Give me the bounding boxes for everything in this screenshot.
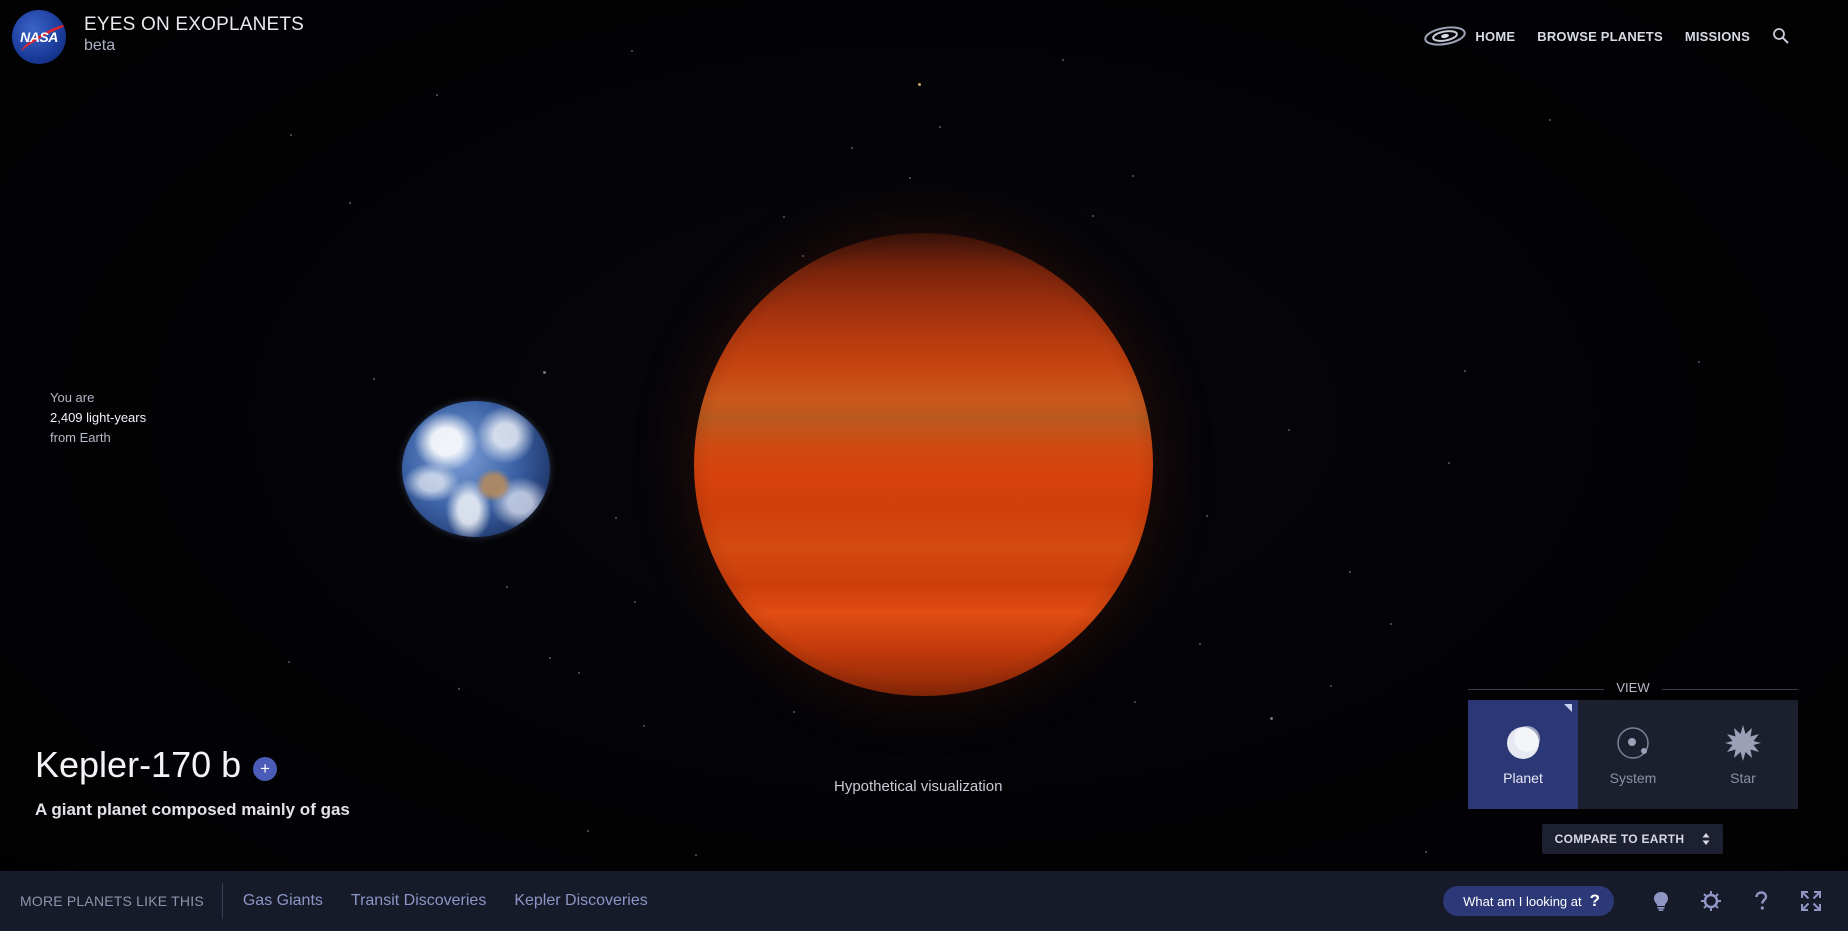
app-subtitle: beta — [84, 37, 116, 54]
compare-to-earth-dropdown[interactable]: COMPARE TO EARTH — [1542, 824, 1723, 854]
distance-prefix: You are — [50, 390, 95, 405]
view-star-label: Star — [1730, 769, 1756, 786]
updown-chevron-icon — [1702, 833, 1710, 845]
view-planet-button[interactable]: Planet — [1468, 700, 1578, 809]
planet-icon — [1507, 725, 1540, 759]
visualization-note: Hypothetical visualization — [834, 778, 1003, 795]
help-icon[interactable] — [1750, 890, 1772, 912]
distance-readout: You are 2,409 light-years from Earth — [50, 388, 146, 448]
view-star-button[interactable]: Star — [1688, 700, 1798, 809]
active-corner-marker — [1564, 704, 1572, 712]
distance-value: 2,409 light-years — [50, 410, 147, 425]
galaxy-icon — [1424, 26, 1467, 46]
earth-model — [402, 401, 550, 537]
compare-label: COMPARE TO EARTH — [1554, 832, 1685, 846]
bottom-toolbar: What am I looking at ? — [1443, 871, 1848, 931]
category-transit-discoveries[interactable]: Transit Discoveries — [351, 892, 486, 910]
top-nav: HOME BROWSE PLANETS MISSIONS — [1423, 25, 1790, 47]
distance-suffix: from Earth — [50, 430, 111, 445]
planet-description: A giant planet composed mainly of gas — [35, 800, 350, 819]
planet-title: Kepler-170 b + — [35, 744, 278, 786]
system-icon — [1617, 726, 1649, 759]
view-selector: Planet System Star — [1468, 700, 1798, 809]
view-label: VIEW — [1616, 680, 1650, 695]
logo-text: NASA — [20, 29, 58, 45]
question-mark-icon: ? — [1589, 891, 1600, 910]
more-planets-label: MORE PLANETS LIKE THIS — [20, 883, 223, 919]
search-icon[interactable] — [1772, 27, 1790, 45]
view-system-button[interactable]: System — [1578, 700, 1688, 809]
nav-home-label: HOME — [1475, 28, 1516, 44]
exoplanet-viewer[interactable]: NASA EYES ON EXOPLANETS beta HOME BROWSE… — [0, 0, 1848, 931]
view-planet-label: Planet — [1503, 769, 1543, 786]
nav-home-button[interactable]: HOME — [1423, 25, 1515, 47]
what-am-i-looking-at-label: What am I looking at — [1463, 893, 1582, 909]
app-title[interactable]: EYES ON EXOPLANETS — [84, 14, 304, 36]
view-label-container: VIEW — [1468, 680, 1798, 698]
add-planet-button[interactable]: + — [253, 757, 278, 781]
star-icon — [1725, 724, 1761, 761]
fullscreen-icon[interactable] — [1800, 890, 1822, 912]
view-system-label: System — [1609, 769, 1657, 786]
lightbulb-icon[interactable] — [1650, 890, 1672, 912]
what-am-i-looking-at-button[interactable]: What am I looking at ? — [1443, 886, 1614, 916]
category-gas-giants[interactable]: Gas Giants — [243, 892, 323, 910]
nav-browse-planets[interactable]: BROWSE PLANETS — [1537, 29, 1663, 44]
category-kepler-discoveries[interactable]: Kepler Discoveries — [514, 892, 647, 910]
nasa-logo[interactable]: NASA — [12, 10, 66, 64]
gear-icon[interactable] — [1700, 890, 1722, 912]
planet-name: Kepler-170 b — [35, 744, 242, 785]
bottom-bar: MORE PLANETS LIKE THIS Gas Giants Transi… — [0, 871, 1848, 931]
nav-missions[interactable]: MISSIONS — [1685, 29, 1750, 44]
exoplanet-model[interactable] — [694, 233, 1153, 696]
